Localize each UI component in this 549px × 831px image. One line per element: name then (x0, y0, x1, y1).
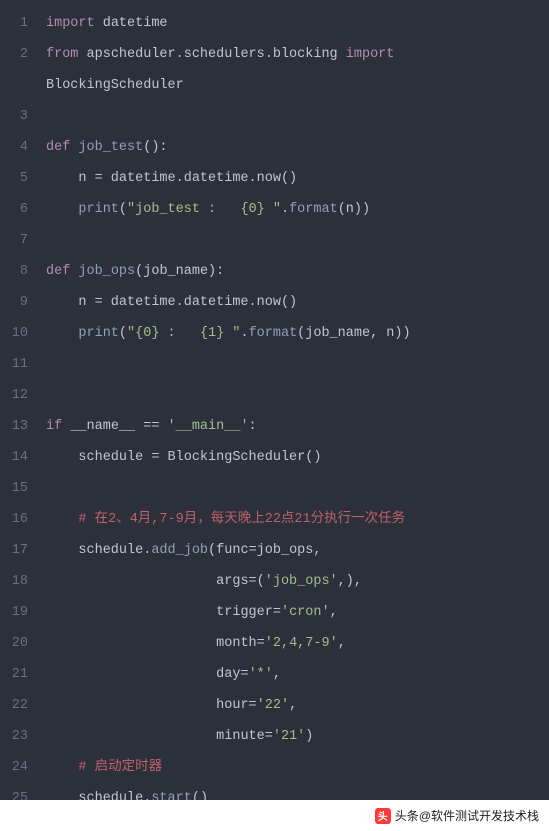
line-number: 4 (0, 132, 28, 163)
line-number: 17 (0, 535, 28, 566)
line-number: 11 (0, 349, 28, 380)
code-line: n = datetime.datetime.now() (46, 163, 549, 194)
code-line (46, 225, 549, 256)
code-line: print("job_test : {0} ".format(n)) (46, 194, 549, 225)
code-editor[interactable]: 1 2 3 4 5 6 7 8 9 10 11 12 13 14 15 16 1… (0, 0, 549, 800)
line-number: 10 (0, 318, 28, 349)
footer-prefix: 头条 (395, 807, 419, 824)
line-number: 7 (0, 225, 28, 256)
line-gutter: 1 2 3 4 5 6 7 8 9 10 11 12 13 14 15 16 1… (0, 0, 40, 800)
line-number: 8 (0, 256, 28, 287)
line-number: 21 (0, 659, 28, 690)
footer-text: @软件测试开发技术栈 (419, 807, 539, 824)
code-line (46, 349, 549, 380)
code-line: def job_ops(job_name): (46, 256, 549, 287)
code-line: BlockingScheduler (46, 70, 549, 101)
line-number: 1 (0, 8, 28, 39)
code-line (46, 473, 549, 504)
code-line: schedule.add_job(func=job_ops, (46, 535, 549, 566)
code-line: # 在2、4月,7-9月，每天晚上22点21分执行一次任务 (46, 504, 549, 535)
code-line: import datetime (46, 8, 549, 39)
line-number: 18 (0, 566, 28, 597)
code-line: hour='22', (46, 690, 549, 721)
code-line: trigger='cron', (46, 597, 549, 628)
code-line (46, 380, 549, 411)
code-line: print("{0} : {1} ".format(job_name, n)) (46, 318, 549, 349)
code-line: day='*', (46, 659, 549, 690)
code-line: def job_test(): (46, 132, 549, 163)
code-area[interactable]: import datetime from apscheduler.schedul… (40, 0, 549, 800)
code-line: month='2,4,7-9', (46, 628, 549, 659)
line-number: 2 (0, 39, 28, 70)
line-number: 16 (0, 504, 28, 535)
line-number (0, 70, 28, 101)
code-line: from apscheduler.schedulers.blocking imp… (46, 39, 549, 70)
line-number: 15 (0, 473, 28, 504)
code-line: minute='21') (46, 721, 549, 752)
line-number: 12 (0, 380, 28, 411)
footer-bar: 头 头条 @软件测试开发技术栈 (0, 800, 549, 831)
code-line (46, 101, 549, 132)
line-number: 5 (0, 163, 28, 194)
line-number: 9 (0, 287, 28, 318)
line-number: 3 (0, 101, 28, 132)
code-line: if __name__ == '__main__': (46, 411, 549, 442)
code-line: args=('job_ops',), (46, 566, 549, 597)
code-line: n = datetime.datetime.now() (46, 287, 549, 318)
line-number: 13 (0, 411, 28, 442)
line-number: 22 (0, 690, 28, 721)
line-number: 6 (0, 194, 28, 225)
line-number: 24 (0, 752, 28, 783)
line-number: 23 (0, 721, 28, 752)
line-number: 20 (0, 628, 28, 659)
toutiao-icon: 头 (375, 808, 391, 824)
line-number: 14 (0, 442, 28, 473)
line-number: 19 (0, 597, 28, 628)
code-line: schedule = BlockingScheduler() (46, 442, 549, 473)
code-line: # 启动定时器 (46, 752, 549, 783)
